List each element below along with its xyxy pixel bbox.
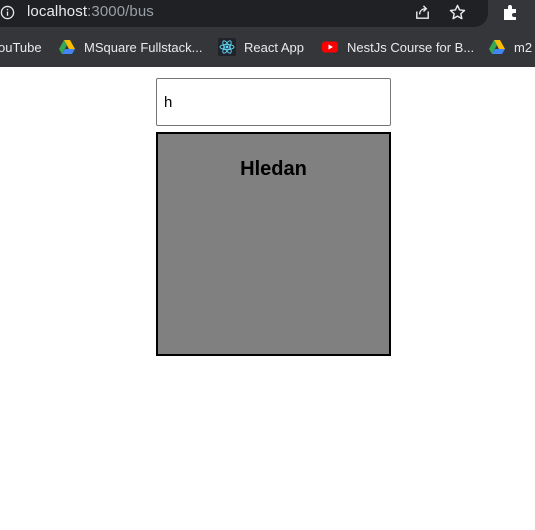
bookmark-react-app[interactable]: React App <box>218 33 304 61</box>
bookmark-youtube[interactable]: ouTube <box>0 33 42 61</box>
info-icon[interactable] <box>0 5 15 20</box>
card-title: Hledan <box>240 158 307 180</box>
extensions-icon[interactable] <box>501 2 521 22</box>
url-host: localhost <box>27 3 88 20</box>
address-bar[interactable]: localhost:3000/bus <box>0 0 488 27</box>
google-drive-icon <box>489 40 505 54</box>
result-card: Hledan <box>156 132 391 356</box>
bookmark-label: m2 <box>514 39 533 55</box>
bookmark-msquare[interactable]: MSquare Fullstack... <box>58 33 203 61</box>
bookmark-m2[interactable]: m2 <box>488 33 532 61</box>
bookmark-label: NestJs Course for B... <box>347 39 475 55</box>
google-drive-icon <box>59 40 75 54</box>
browser-chrome: localhost:3000/bus ouTube MSquare Fullst… <box>0 0 535 67</box>
bookmark-label: MSquare Fullstack... <box>84 39 203 55</box>
youtube-icon <box>322 41 338 53</box>
url-text[interactable]: localhost:3000/bus <box>27 3 154 20</box>
star-icon[interactable] <box>448 3 467 22</box>
share-icon[interactable] <box>413 3 432 22</box>
react-icon <box>218 38 236 56</box>
bookmark-nestjs-course[interactable]: NestJs Course for B... <box>321 33 474 61</box>
bookmark-label: ouTube <box>0 39 42 55</box>
search-input[interactable] <box>156 78 391 126</box>
bookmarks-bar: ouTube MSquare Fullstack... React App Ne… <box>0 33 535 61</box>
bookmark-label: React App <box>244 39 304 55</box>
url-path: :3000/bus <box>87 3 154 20</box>
